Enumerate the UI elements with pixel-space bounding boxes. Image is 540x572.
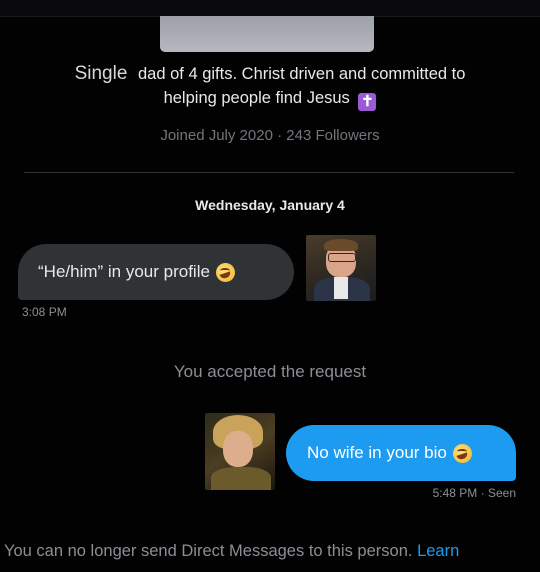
redacted-name-block: [160, 16, 374, 52]
divider: [24, 172, 514, 173]
incoming-message-time: 3:08 PM: [22, 305, 67, 319]
profile-bio: Single dad of 4 gifts. Christ driven and…: [30, 62, 510, 111]
latin-cross-icon: ✝: [358, 93, 377, 111]
outgoing-message-text: No wife in your bio: [307, 443, 447, 462]
sender-avatar-photo[interactable]: [306, 235, 376, 301]
conversation-date: Wednesday, January 4: [195, 197, 345, 213]
top-bar: [0, 0, 540, 17]
incoming-message-bubble[interactable]: “He/him” in your profile: [18, 244, 294, 300]
dm-blocked-notice: You can no longer send Direct Messages t…: [4, 542, 540, 561]
profile-meta: Joined July 2020 · 243 Followers: [160, 127, 380, 144]
bio-prefix: Single: [74, 63, 128, 84]
outgoing-message-bubble[interactable]: No wife in your bio: [286, 425, 516, 481]
request-accepted-note: You accepted the request: [173, 362, 367, 381]
laughing-emoji-icon: [452, 443, 472, 463]
incoming-message-text: “He/him” in your profile: [38, 262, 210, 281]
outgoing-message-status: 5:48 PM · Seen: [432, 486, 516, 500]
bio-line-1: dad of 4 gifts. Christ driven and commit…: [138, 65, 466, 83]
reply-reaction-photo[interactable]: [205, 413, 275, 490]
bio-line-2: helping people find Jesus: [163, 89, 350, 107]
learn-more-link[interactable]: Learn: [417, 542, 459, 560]
dm-blocked-text: You can no longer send Direct Messages t…: [4, 542, 413, 560]
laughing-emoji-icon: [215, 262, 235, 282]
